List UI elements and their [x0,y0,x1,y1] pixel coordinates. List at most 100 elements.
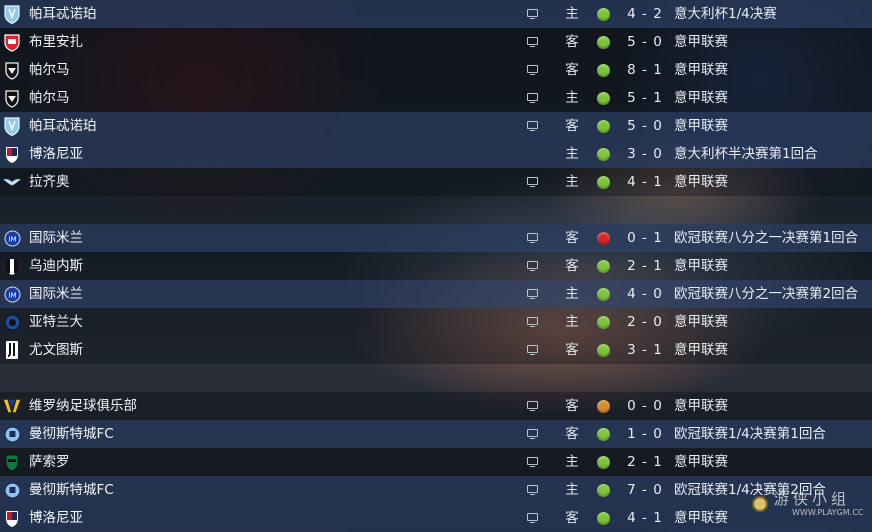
team-name[interactable]: 布里安扎 [29,28,83,56]
match-row[interactable]: 乌迪内斯 客 2 - 1 意甲联赛 [0,252,872,280]
tv-broadcast-icon [527,9,538,20]
tv-broadcast-icon [527,429,538,440]
match-row[interactable]: 维罗纳足球俱乐部 客 0 - 0 意甲联赛 [0,392,872,420]
competition-name[interactable]: 意甲联赛 [674,504,728,532]
parma-crest-icon [3,60,21,80]
competition-name[interactable]: 意大利杯1/4决赛 [674,0,777,28]
match-score[interactable]: 0 - 0 [622,392,668,420]
watermark-text: 游侠小组 [774,490,851,508]
venue-label: 客 [565,258,579,274]
match-score[interactable]: 8 - 1 [622,56,668,84]
result-win-indicator-icon [597,456,610,469]
match-row[interactable]: IM 国际米兰 客 0 - 1 欧冠联赛八分之一决赛第1回合 [0,224,872,252]
result-win-indicator-icon [597,8,610,21]
team-name[interactable]: 帕尔马 [29,56,70,84]
match-score[interactable]: 3 - 1 [622,336,668,364]
svg-text:IM: IM [8,291,16,299]
match-score[interactable]: 7 - 0 [622,476,668,504]
tv-broadcast-icon [527,317,538,328]
match-row[interactable]: 帕尔马 主 5 - 1 意甲联赛 [0,84,872,112]
team-name[interactable]: 拉齐奥 [29,168,70,196]
match-row[interactable]: 帕耳忒诺珀 主 4 - 2 意大利杯1/4决赛 [0,0,872,28]
bologna-crest-icon [3,508,21,528]
atalanta-crest-icon [3,312,21,332]
tv-broadcast-icon [527,289,538,300]
venue-label: 客 [565,426,579,442]
team-name[interactable]: 尤文图斯 [29,336,83,364]
team-name[interactable]: 维罗纳足球俱乐部 [29,392,137,420]
match-row[interactable]: 布里安扎 客 5 - 0 意甲联赛 [0,28,872,56]
match-row[interactable]: 帕尔马 客 8 - 1 意甲联赛 [0,56,872,84]
team-name[interactable]: 萨索罗 [29,448,70,476]
venue-label: 主 [565,146,579,162]
competition-name[interactable]: 意甲联赛 [674,168,728,196]
competition-name[interactable]: 欧冠联赛1/4决赛第1回合 [674,420,826,448]
tv-broadcast-icon [527,457,538,468]
match-score[interactable]: 3 - 0 [622,140,668,168]
match-score[interactable]: 2 - 1 [622,252,668,280]
match-score[interactable]: 5 - 0 [622,28,668,56]
competition-name[interactable]: 意甲联赛 [674,336,728,364]
competition-name[interactable]: 意甲联赛 [674,56,728,84]
competition-name[interactable]: 意甲联赛 [674,308,728,336]
venue-label: 主 [565,454,579,470]
match-row[interactable]: 帕耳忒诺珀 客 5 - 0 意甲联赛 [0,112,872,140]
competition-name[interactable]: 意甲联赛 [674,252,728,280]
match-score[interactable]: 4 - 1 [622,168,668,196]
venue-label: 主 [565,174,579,190]
match-row[interactable]: 亚特兰大 主 2 - 0 意甲联赛 [0,308,872,336]
match-score[interactable]: 4 - 0 [622,280,668,308]
match-score[interactable]: 5 - 0 [622,112,668,140]
team-name[interactable]: 乌迪内斯 [29,252,83,280]
competition-name[interactable]: 意甲联赛 [674,84,728,112]
result-win-indicator-icon [597,344,610,357]
result-draw-indicator-icon [597,400,610,413]
team-name[interactable]: 帕尔马 [29,84,70,112]
team-name[interactable]: 亚特兰大 [29,308,83,336]
match-list: 帕耳忒诺珀主 4 - 2 意大利杯1/4决赛 布里安扎客 5 - 0 意甲联赛 帕尔马客 8 … [0,0,872,532]
team-name[interactable]: 曼彻斯特城FC [29,476,114,504]
match-score[interactable]: 5 - 1 [622,84,668,112]
competition-name[interactable]: 意甲联赛 [674,392,728,420]
match-row[interactable]: 曼彻斯特城FC 客 1 - 0 欧冠联赛1/4决赛第1回合 [0,420,872,448]
competition-name[interactable]: 欧冠联赛八分之一决赛第2回合 [674,280,858,308]
competition-name[interactable]: 意甲联赛 [674,448,728,476]
competition-name[interactable]: 意甲联赛 [674,28,728,56]
tv-broadcast-icon [527,37,538,48]
match-score[interactable]: 2 - 0 [622,308,668,336]
match-score[interactable]: 1 - 0 [622,420,668,448]
mancity-crest-icon [3,424,21,444]
result-win-indicator-icon [597,512,610,525]
team-name[interactable]: 国际米兰 [29,280,83,308]
venue-label: 主 [565,286,579,302]
match-row[interactable]: 萨索罗 主 2 - 1 意甲联赛 [0,448,872,476]
result-win-indicator-icon [597,36,610,49]
team-name[interactable]: 帕耳忒诺珀 [29,112,97,140]
match-score[interactable]: 0 - 1 [622,224,668,252]
competition-name[interactable]: 意大利杯半决赛第1回合 [674,140,818,168]
tv-broadcast-icon [527,233,538,244]
team-name[interactable]: 博洛尼亚 [29,140,83,168]
competition-name[interactable]: 意甲联赛 [674,112,728,140]
inter-crest-icon: IM [3,284,21,304]
bologna-crest-icon [3,144,21,164]
match-score[interactable]: 2 - 1 [622,448,668,476]
match-score[interactable]: 4 - 1 [622,504,668,532]
match-row[interactable]: 拉齐奥 主 4 - 1 意甲联赛 [0,168,872,196]
match-row[interactable]: 博洛尼亚 客 4 - 1 意甲联赛 [0,504,872,532]
team-name[interactable]: 帕耳忒诺珀 [29,0,97,28]
verona-crest-icon [3,396,21,416]
team-name[interactable]: 曼彻斯特城FC [29,420,114,448]
match-score[interactable]: 4 - 2 [622,0,668,28]
team-name[interactable]: 国际米兰 [29,224,83,252]
match-row[interactable]: IM 国际米兰 主 4 - 0 欧冠联赛八分之一决赛第2回合 [0,280,872,308]
competition-name[interactable]: 欧冠联赛八分之一决赛第1回合 [674,224,858,252]
venue-label: 主 [565,314,579,330]
match-row[interactable]: 曼彻斯特城FC 主 7 - 0 欧冠联赛1/4决赛第2回合 [0,476,872,504]
match-row[interactable]: 尤文图斯 客 3 - 1 意甲联赛 [0,336,872,364]
juventus-crest-icon [3,340,21,360]
tv-broadcast-icon [527,345,538,356]
team-name[interactable]: 博洛尼亚 [29,504,83,532]
match-row[interactable]: 博洛尼亚 主 3 - 0 意大利杯半决赛第1回合 [0,140,872,168]
